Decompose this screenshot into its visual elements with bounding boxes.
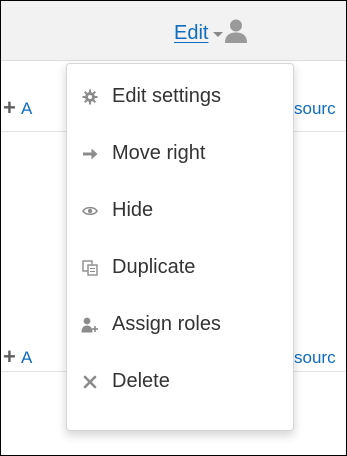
menu-item-label: Edit settings [112,85,221,107]
plus-icon: + [3,344,16,369]
menu-item-assign-roles[interactable]: Assign roles [67,296,293,353]
menu-item-edit-settings[interactable]: Edit settings [67,68,293,125]
eye-icon [81,202,99,220]
menu-item-move-right[interactable]: Move right [67,125,293,182]
assign-roles-icon [81,316,99,334]
menu-item-delete[interactable]: Delete [67,353,293,410]
edit-dropdown-menu: Edit settings Move right Hide Duplicate … [66,63,294,431]
menu-item-label: Hide [112,199,154,221]
edit-menu-toggle[interactable]: Edit [174,20,224,46]
page-frame: Edit + A sourc + A sourc Edit settings M… [0,0,347,456]
menu-item-label: Assign roles [112,313,221,335]
duplicate-icon [81,259,99,277]
menu-item-label: Duplicate [112,256,196,278]
add-resource-link-text[interactable]: sourc [294,347,336,369]
user-icon[interactable] [222,18,250,44]
section-header: Edit [1,1,346,61]
add-activity-link-text[interactable]: A [21,98,32,120]
close-icon [81,373,99,391]
menu-item-duplicate[interactable]: Duplicate [67,239,293,296]
add-activity-link-text[interactable]: A [21,347,32,369]
arrow-right-icon [81,145,99,163]
plus-icon: + [3,95,16,120]
edit-link[interactable]: Edit [174,22,208,45]
gear-icon [81,88,99,106]
add-resource-link-text[interactable]: sourc [294,98,336,120]
menu-item-label: Delete [112,370,170,392]
menu-item-hide[interactable]: Hide [67,182,293,239]
menu-item-label: Move right [112,142,206,164]
